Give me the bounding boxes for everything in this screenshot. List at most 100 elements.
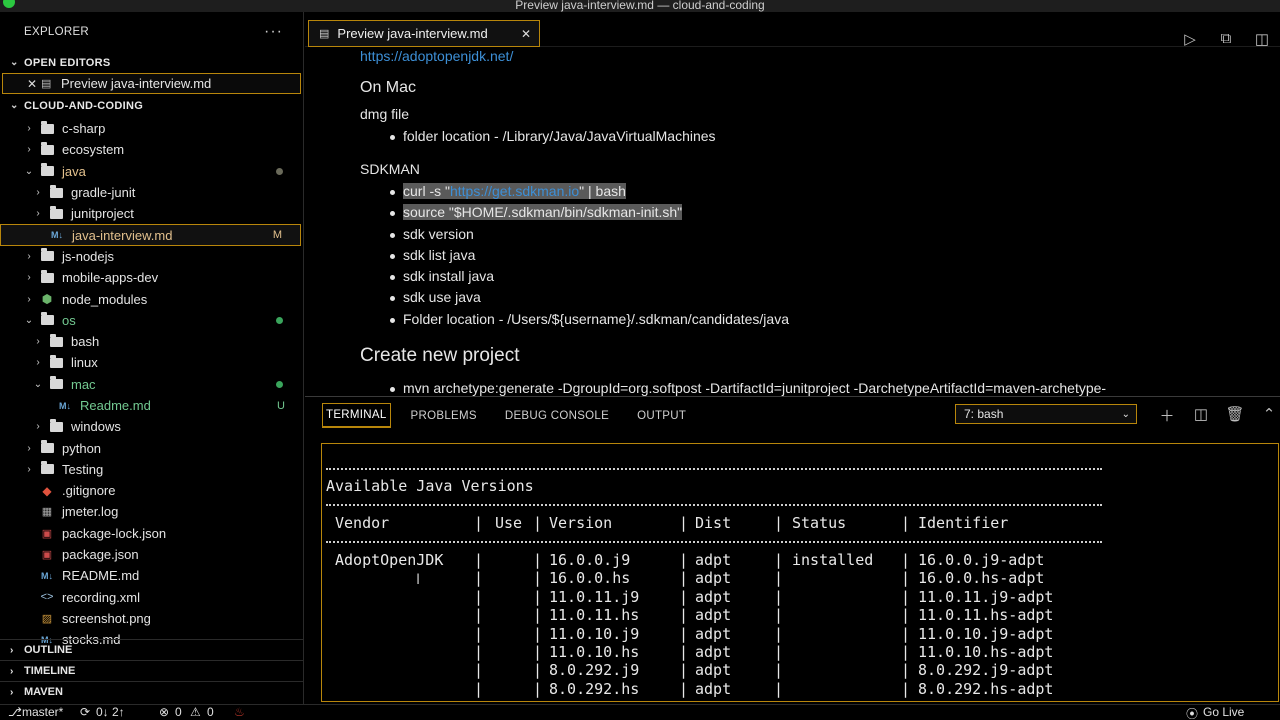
go-live-button[interactable]: Go Live	[1203, 705, 1244, 719]
tree-item-readme-md[interactable]: M↓ README.md	[0, 565, 303, 586]
split-terminal-icon[interactable]: ◫	[1184, 405, 1218, 426]
explorer-sidebar: EXPLORER ··· ⌄ OPEN EDITORS ✕ ▤ Preview …	[0, 12, 304, 704]
preview-icon: ▤	[319, 28, 330, 40]
trash-icon[interactable]: 🗑	[1218, 405, 1252, 426]
tree-item-label: mac	[71, 376, 96, 392]
tree-item-gitignore[interactable]: ◆ .gitignore	[0, 480, 303, 501]
column-divider: |	[901, 661, 911, 680]
column-divider: |	[774, 514, 784, 532]
sync-icon[interactable]: ⟳	[80, 705, 90, 719]
open-editors-label: OPEN EDITORS	[24, 56, 111, 69]
timeline-section[interactable]: › TIMELINE	[0, 660, 304, 681]
tab-problems[interactable]: PROBLEMS	[403, 403, 485, 428]
heading-on-mac: On Mac	[360, 79, 417, 96]
workspace-section[interactable]: ⌄ CLOUD-AND-CODING	[0, 95, 303, 116]
column-divider: |	[533, 569, 543, 588]
column-divider: |	[474, 661, 484, 680]
tree-item-screenshot-png[interactable]: ▨ screenshot.png	[0, 608, 303, 629]
log-file-icon: ▦	[41, 506, 53, 519]
tree-item-java[interactable]: ⌄ java	[0, 161, 303, 182]
tree-item-bash[interactable]: › bash	[0, 331, 303, 352]
tab-debug-console[interactable]: DEBUG CONSOLE	[497, 403, 617, 428]
tree-item-os[interactable]: ⌄ os	[0, 310, 303, 331]
list-item: mvn archetype:generate -DgroupId=org.sof…	[389, 380, 1106, 396]
open-source-icon[interactable]: ⧉	[1208, 30, 1244, 48]
explorer-title: EXPLORER	[24, 26, 90, 38]
chevron-right-icon: ›	[36, 421, 40, 433]
chevron-up-icon[interactable]: ⌃	[1252, 405, 1280, 426]
column-divider: |	[533, 606, 543, 625]
window-title: Preview java-interview.md — cloud-and-co…	[515, 0, 765, 12]
warning-icon[interactable]: ⚠	[190, 705, 201, 719]
tree-item-package-json[interactable]: ▣ package.json	[0, 544, 303, 565]
tree-item-label: package-lock.json	[62, 525, 167, 541]
table-cell: 8.0.292.hs	[549, 679, 640, 698]
tree-item-ecosystem[interactable]: › ecosystem	[0, 139, 303, 160]
tree-item-readme-md[interactable]: M↓ Readme.md U	[0, 395, 303, 416]
table-header-cell: Dist	[695, 514, 732, 532]
chevron-down-icon: ⌄	[33, 378, 43, 390]
column-divider: |	[901, 587, 911, 606]
tree-item-label: os	[62, 312, 76, 328]
sync-status[interactable]: 0↓ 2↑	[96, 705, 125, 719]
curl-pre: curl -s "	[403, 183, 450, 199]
adoptopenjdk-link[interactable]: https://adoptopenjdk.net/	[360, 48, 513, 64]
more-actions-icon[interactable]: ···	[264, 23, 283, 41]
split-editor-icon[interactable]: ◫	[1244, 30, 1280, 48]
column-divider: |	[474, 679, 484, 698]
tree-item-python[interactable]: › python	[0, 437, 303, 458]
maven-section[interactable]: › MAVEN	[0, 681, 304, 702]
json-file-icon: ▣	[41, 527, 53, 540]
column-divider: |	[901, 624, 911, 643]
sdkman-link[interactable]: https://get.sdkman.io	[450, 183, 579, 199]
tab-terminal[interactable]: TERMINAL	[322, 403, 391, 428]
tree-item-label: ecosystem	[62, 142, 125, 158]
folder-icon	[45, 205, 67, 219]
terminal-output[interactable]: Available Java Versions I Vendor Use Versi…	[321, 443, 1279, 702]
plus-icon[interactable]: ＋	[1150, 405, 1184, 426]
folder-icon	[45, 376, 67, 390]
tree-item-package-lock-json[interactable]: ▣ package-lock.json	[0, 523, 303, 544]
warnings-count[interactable]: 0	[207, 705, 214, 719]
status-bar: ⎇ master* ⟳ 0↓ 2↑ ⊗ 0 ⚠ 0 ♨ ⦿ Go Live	[0, 704, 1280, 720]
table-cell: adpt	[695, 643, 732, 661]
markdown-icon: M↓	[51, 230, 63, 241]
problems-count[interactable]: 0	[175, 705, 182, 719]
tree-item-mobile-apps-dev[interactable]: › mobile-apps-dev	[0, 267, 303, 288]
tab-preview[interactable]: ▤ Preview java-interview.md ✕	[308, 20, 540, 47]
table-cell: 11.0.10.j9	[549, 624, 640, 643]
tree-item-gradle-junit[interactable]: › gradle-junit	[0, 182, 303, 203]
tree-item-java-interview-md[interactable]: M↓ java-interview.md M	[0, 224, 301, 246]
tree-item-mac[interactable]: ⌄ mac	[0, 374, 303, 395]
tree-item-linux[interactable]: › linux	[0, 352, 303, 373]
tree-item-junitproject[interactable]: › junitproject	[0, 203, 303, 224]
terminal-select[interactable]: 7: bash ⌄	[955, 404, 1137, 424]
column-divider: |	[774, 551, 784, 569]
close-icon[interactable]: ✕	[521, 27, 531, 41]
chevron-right-icon: ›	[27, 272, 31, 284]
branch-icon: ⎇	[8, 705, 22, 719]
tree-item-node-modules[interactable]: › ⬢ node_modules	[0, 288, 303, 309]
tree-item-c-sharp[interactable]: › c-sharp	[0, 118, 303, 139]
open-editors-section[interactable]: ⌄ OPEN EDITORS	[0, 52, 303, 73]
tree-item-windows[interactable]: › windows	[0, 416, 303, 437]
open-editor-item[interactable]: ✕ ▤ Preview java-interview.md	[2, 73, 301, 94]
workspace-label: CLOUD-AND-CODING	[24, 99, 144, 112]
git-status-dot	[276, 316, 283, 324]
tree-item-recording-xml[interactable]: <> recording.xml	[0, 587, 303, 608]
column-divider: |	[679, 679, 689, 698]
outline-section[interactable]: › OUTLINE	[0, 639, 304, 660]
tree-item-testing[interactable]: › Testing	[0, 459, 303, 480]
column-divider: |	[533, 661, 543, 680]
run-icon[interactable]: ▷	[1172, 30, 1208, 48]
error-icon[interactable]: ⊗	[159, 705, 169, 719]
table-cell: adpt	[695, 551, 732, 569]
tree-item-js-nodejs[interactable]: › js-nodejs	[0, 246, 303, 267]
table-header-cell: Status	[792, 514, 847, 532]
table-header-cell: Use	[495, 514, 523, 532]
tab-output[interactable]: OUTPUT	[629, 403, 694, 428]
close-icon[interactable]: ✕	[27, 77, 41, 91]
markdown-icon: M↓	[59, 400, 71, 411]
tree-item-jmeter-log[interactable]: ▦ jmeter.log	[0, 501, 303, 522]
branch-status[interactable]: master*	[22, 705, 63, 719]
